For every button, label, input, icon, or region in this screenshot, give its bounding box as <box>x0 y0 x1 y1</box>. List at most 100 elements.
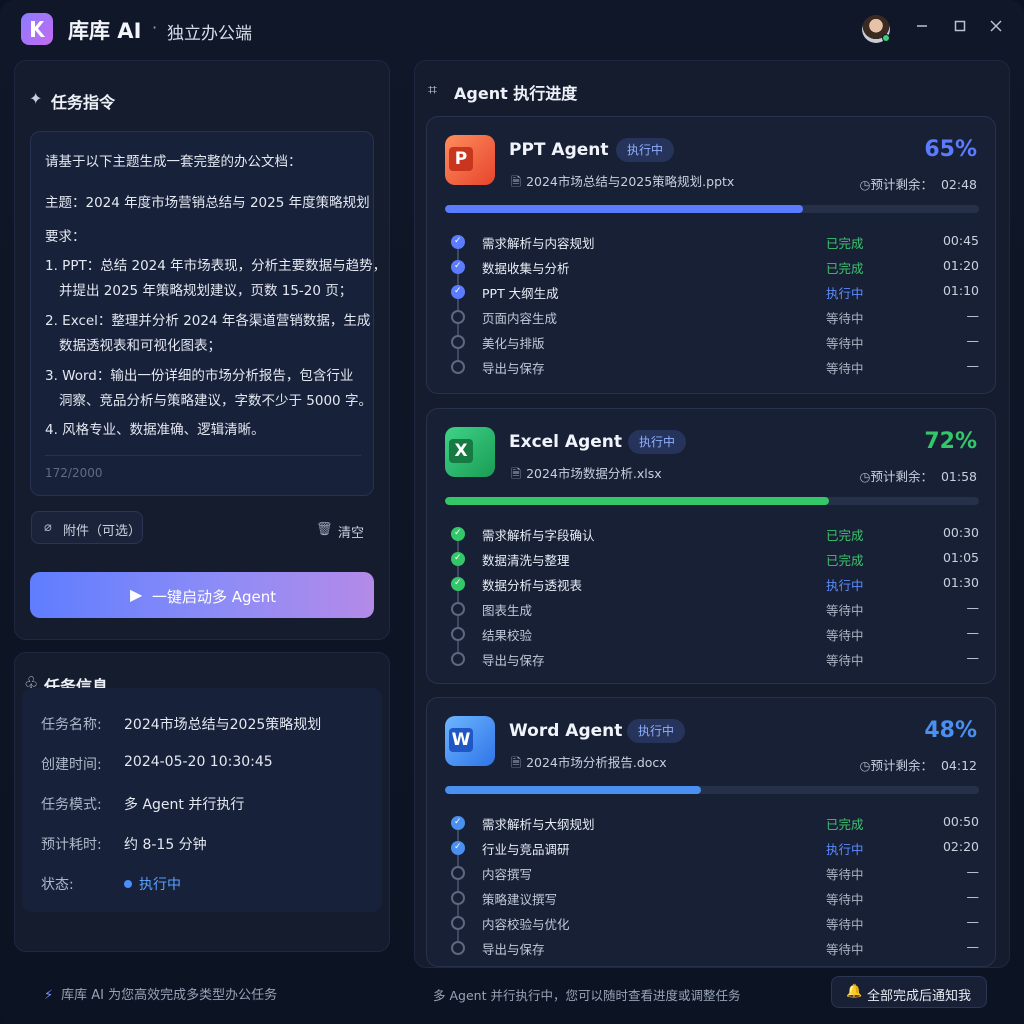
info-label: 任务名称: <box>41 717 102 733</box>
eta-label: 预计剩余： <box>870 469 933 484</box>
info-label: 任务模式: <box>41 797 102 813</box>
step-label: 需求解析与字段确认 <box>482 528 595 543</box>
check-circle-icon: ✓ <box>451 260 465 274</box>
step-time: — <box>966 333 980 348</box>
minimize-button[interactable] <box>912 18 932 38</box>
step-row: ✓ PPT 大纲生成 执行中 01:10 <box>427 281 997 310</box>
step-time: 01:20 <box>942 258 979 273</box>
eta-value: 01:58 <box>940 469 977 484</box>
prompt-line: 并提出 2025 年策略规划建议，页数 15-20 页； <box>59 283 353 299</box>
output-file[interactable]: 🗎 2024市场分析报告.docx <box>511 752 667 775</box>
close-button[interactable] <box>986 18 1006 38</box>
app-logo-icon <box>21 13 53 45</box>
footer-tagline-text: 库库 AI 为您高效完成多类型办公任务 <box>61 988 278 1003</box>
agent-name: Excel Agent <box>509 432 623 452</box>
clock-icon: ◷ <box>859 469 871 484</box>
step-row: 策略建议撰写 等待中 — <box>427 887 997 916</box>
status-text: 执行中 <box>139 877 181 893</box>
app-window: 库库 AI · 独立办公端 ✦ 任务指令 请基于以下主题生成一套完整的办公文档：… <box>0 0 1024 1024</box>
prompt-line: 2. Excel：整理并分析 2024 年各渠道营销数据，生成 <box>45 313 371 329</box>
step-label: 需求解析与内容规划 <box>482 236 595 251</box>
scan-icon: ⌗ <box>428 80 438 99</box>
step-status: 已完成 <box>826 528 864 543</box>
word-app-icon: W <box>445 716 495 766</box>
agent-card[interactable]: P PPT Agent 执行中 🗎 2024市场总结与2025策略规划.pptx 65% ◷… <box>426 116 996 394</box>
step-time: — <box>966 650 980 665</box>
launch-agents-button[interactable]: ▶ 一键启动多 Agent <box>30 572 374 618</box>
progress-bar <box>445 786 979 794</box>
step-status: 等待中 <box>826 917 864 932</box>
pending-circle-icon <box>451 335 465 349</box>
prompt-line: 3. Word：输出一份详细的市场分析报告，包含行业 <box>45 368 354 384</box>
step-time: — <box>966 600 980 615</box>
output-file[interactable]: 🗎 2024市场数据分析.xlsx <box>511 463 662 486</box>
output-file[interactable]: 🗎 2024市场总结与2025策略规划.pptx <box>511 171 734 194</box>
step-row: ✓ 数据分析与透视表 执行中 01:30 <box>427 573 997 602</box>
app-subtitle: 独立办公端 <box>167 24 252 44</box>
step-status: 已完成 <box>826 553 864 568</box>
step-label: 美化与排版 <box>482 336 545 351</box>
prompt-line: 数据透视表和可视化图表； <box>59 338 221 354</box>
app-letter: P <box>449 147 473 171</box>
eta-label: 预计剩余： <box>870 758 933 773</box>
status-badge: 执行中 <box>628 430 687 454</box>
prompt-textarea[interactable]: 请基于以下主题生成一套完整的办公文档： 主题：2024 年度市场营销总结与 20… <box>30 131 386 496</box>
pending-circle-icon <box>451 310 465 324</box>
eta: ◷预计剩余： 01:58 <box>860 466 977 485</box>
step-status: 等待中 <box>826 628 864 643</box>
step-row: 导出与保存 等待中 — <box>427 937 997 962</box>
step-row: ✓ 数据收集与分析 已完成 01:20 <box>427 256 997 285</box>
step-time: 02:20 <box>942 839 979 854</box>
file-icon: 🗎 <box>511 466 522 481</box>
agent-name: PPT Agent <box>509 140 609 160</box>
progress-percent: 72% <box>924 429 977 454</box>
step-label: 图表生成 <box>482 603 533 618</box>
step-status: 执行中 <box>826 286 864 301</box>
pending-circle-icon <box>451 652 465 666</box>
step-row: 内容撰写 等待中 — <box>427 862 997 891</box>
info-value: 2024-05-20 10:30:45 <box>124 754 273 770</box>
notify-button[interactable]: 🔔 全部完成后通知我 <box>831 976 987 1008</box>
step-status: 执行中 <box>826 578 864 593</box>
clock-icon: ◷ <box>859 758 871 773</box>
info-value: 2024市场总结与2025策略规划 <box>124 717 322 733</box>
progress-fill <box>445 497 829 505</box>
maximize-button[interactable] <box>950 18 970 38</box>
progress-percent: 65% <box>924 137 977 162</box>
info-label: 创建时间: <box>41 757 102 773</box>
step-row: ✓ 行业与竞品调研 执行中 02:20 <box>427 837 997 866</box>
notify-label: 全部完成后通知我 <box>867 989 972 1004</box>
task-info-box: 任务名称: 2024市场总结与2025策略规划 创建时间: 2024-05-20… <box>22 688 382 912</box>
attachment-button[interactable]: ⌀ 附件（可选） <box>31 511 143 544</box>
step-time: 01:30 <box>942 575 979 590</box>
step-row: 图表生成 等待中 — <box>427 598 997 627</box>
footer-tagline: ⚡ 库库 AI 为您高效完成多类型办公任务 <box>44 984 277 1003</box>
footer-status: 多 Agent 并行执行中，您可以随时查看进度或调整任务 <box>433 988 741 1003</box>
eta-value: 02:48 <box>940 177 977 192</box>
step-row: ✓ 需求解析与字段确认 已完成 00:30 <box>427 523 997 552</box>
bell-icon: 🔔 <box>846 984 863 999</box>
check-circle-icon: ✓ <box>451 235 465 249</box>
step-row: 结果校验 等待中 — <box>427 623 997 652</box>
eta-label: 预计剩余： <box>870 177 933 192</box>
check-circle-icon: ✓ <box>451 552 465 566</box>
step-status: 执行中 <box>826 842 864 857</box>
status-value: 执行中 <box>124 874 181 894</box>
step-status: 已完成 <box>826 261 864 276</box>
progress-fill <box>445 786 701 794</box>
step-status: 等待中 <box>826 942 864 957</box>
status-badge: 执行中 <box>627 719 686 743</box>
step-status: 等待中 <box>826 336 864 351</box>
step-label: 需求解析与大纲规划 <box>482 817 595 832</box>
prompt-divider <box>45 455 361 456</box>
agent-card[interactable]: X Excel Agent 执行中 🗎 2024市场数据分析.xlsx 72% ◷预计剩余：… <box>426 408 996 684</box>
step-time: — <box>966 939 980 954</box>
agent-card[interactable]: W Word Agent 执行中 🗎 2024市场分析报告.docx 48% ◷预计剩余： 0… <box>426 697 996 967</box>
excel-app-icon: X <box>445 427 495 477</box>
play-icon: ▶ <box>130 585 143 604</box>
online-status-dot <box>882 34 890 42</box>
prompt-line: 4. 风格专业、数据准确、逻辑清晰。 <box>45 422 265 438</box>
step-row: ✓ 需求解析与内容规划 已完成 00:45 <box>427 231 997 260</box>
step-time: — <box>966 625 980 640</box>
eta: ◷预计剩余： 04:12 <box>860 755 977 774</box>
